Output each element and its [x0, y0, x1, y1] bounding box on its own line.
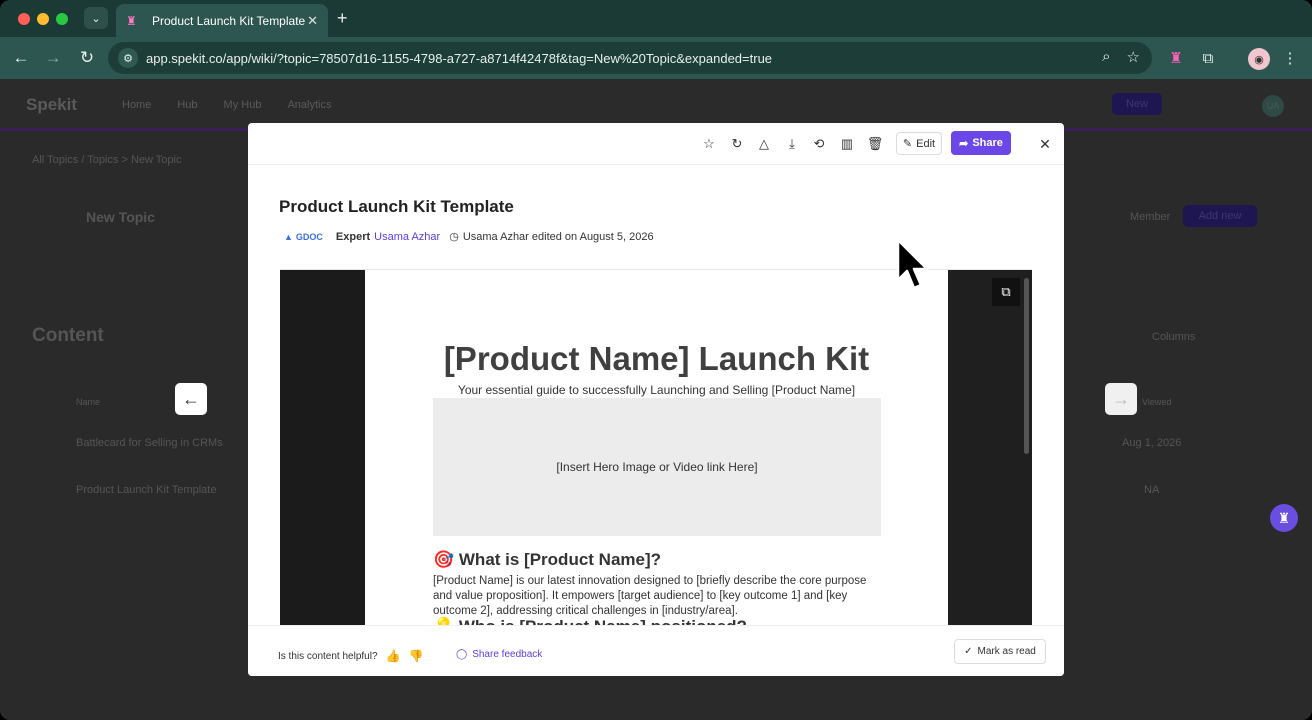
- check-icon: ✓: [964, 646, 973, 657]
- browser-window: ⌄ ♜ Product Launch Kit Template ✕ + ← → …: [0, 0, 1312, 720]
- tab-close-icon[interactable]: ✕: [307, 13, 318, 29]
- open-external-icon[interactable]: ⧉: [992, 278, 1020, 306]
- drive-icon: ▲: [284, 231, 293, 242]
- spekit-logo: Spekit: [26, 95, 78, 114]
- gdoc-badge: ▲ GDOC: [284, 231, 323, 242]
- helpful-prompt: Is this content helpful? 👍 👎: [278, 649, 423, 663]
- close-window-button[interactable]: [18, 13, 30, 25]
- table-row-value: NA: [1144, 484, 1160, 496]
- member-label: Member: [1130, 211, 1171, 223]
- analytics-icon[interactable]: ▥: [838, 135, 856, 153]
- share-feedback-link[interactable]: ◯ Share feedback: [456, 649, 542, 660]
- history-icon[interactable]: ⟲: [810, 135, 828, 153]
- mouse-cursor-icon: [896, 238, 929, 290]
- thumbs-down-icon[interactable]: 👎: [408, 649, 423, 663]
- sync-icon[interactable]: ↻: [728, 135, 746, 153]
- zoom-icon[interactable]: ⌕: [1102, 48, 1110, 66]
- tab-bar: ⌄ ♜ Product Launch Kit Template ✕ +: [0, 0, 1312, 37]
- share-button[interactable]: ➦ Share: [951, 131, 1011, 155]
- back-icon[interactable]: ←: [10, 47, 32, 69]
- document-subtitle: Your essential guide to successfully Lau…: [457, 383, 856, 397]
- tune-icon[interactable]: ⚙: [118, 48, 138, 68]
- comment-icon: ◯: [456, 649, 468, 660]
- star-icon[interactable]: ☆: [700, 135, 718, 153]
- table-header-name[interactable]: Name: [76, 397, 100, 407]
- content-modal: ☆ ↻ △ ⤓ ⟲ ▥ 🗑 ✎ Edit ➦ Share ✕ Product L…: [248, 123, 1064, 676]
- browser-toolbar: ← → ↻ ⚙ app.spekit.co/app/wiki/?topic=78…: [0, 37, 1312, 79]
- close-icon[interactable]: ✕: [1036, 135, 1054, 153]
- section-heading: 🎯 What is [Product Name]?: [433, 550, 662, 569]
- address-bar[interactable]: ⚙ app.spekit.co/app/wiki/?topic=78507d16…: [108, 42, 1152, 74]
- document-title: [Product Name] Launch Kit: [443, 340, 870, 377]
- table-header-viewed[interactable]: Viewed: [1142, 397, 1171, 407]
- new-tab-button[interactable]: +: [337, 9, 348, 27]
- thumbs-up-icon[interactable]: 👍: [386, 649, 401, 663]
- topic-title: New Topic: [86, 209, 155, 225]
- nav-my-hub[interactable]: My Hub: [224, 99, 262, 111]
- drive-icon[interactable]: △: [755, 135, 773, 153]
- previous-arrow-button[interactable]: ←: [175, 383, 207, 415]
- spekit-favicon-icon: ♜: [126, 13, 137, 28]
- minimize-window-button[interactable]: [37, 13, 49, 25]
- columns-button[interactable]: Columns: [1152, 331, 1195, 343]
- profile-avatar[interactable]: ◉: [1248, 48, 1270, 70]
- nav-home[interactable]: Home: [122, 99, 151, 111]
- content-meta: ▲ GDOC Expert Usama Azhar ◷ Usama Azhar e…: [284, 230, 654, 244]
- modal-footer: Is this content helpful? 👍 👎 ◯ Share fee…: [248, 625, 1064, 676]
- modal-toolbar: ☆ ↻ △ ⤓ ⟲ ▥ 🗑 ✎ Edit ➦ Share ✕: [248, 123, 1064, 165]
- table-row-name[interactable]: Product Launch Kit Template: [76, 484, 216, 496]
- url-text[interactable]: app.spekit.co/app/wiki/?topic=78507d16-1…: [146, 51, 772, 66]
- scrollbar[interactable]: [1024, 278, 1029, 454]
- table-row-name[interactable]: Battlecard for Selling in CRMs: [76, 437, 223, 449]
- nav-hub[interactable]: Hub: [177, 99, 197, 111]
- hero-placeholder: [Insert Hero Image or Video link Here]: [433, 398, 881, 536]
- avatar[interactable]: UA: [1262, 95, 1284, 117]
- app-nav: Home Hub My Hub Analytics: [122, 99, 331, 111]
- content-heading: Content: [32, 325, 104, 346]
- kebab-icon[interactable]: ⋮: [1280, 48, 1300, 68]
- table-row-value: Aug 1, 2026: [1122, 437, 1182, 449]
- trash-icon[interactable]: 🗑: [866, 135, 884, 153]
- expert-label: Expert: [335, 230, 371, 243]
- new-button[interactable]: New: [1112, 93, 1162, 115]
- active-tab[interactable]: ♜ Product Launch Kit Template ✕: [116, 4, 328, 37]
- section-body: [Product Name] is our latest innovation …: [433, 575, 867, 617]
- next-arrow-button[interactable]: →: [1105, 383, 1137, 415]
- forward-icon[interactable]: →: [42, 47, 64, 69]
- edit-label: Edit: [916, 137, 936, 150]
- mark-as-read-label: Mark as read: [977, 646, 1036, 657]
- share-feedback-label: Share feedback: [472, 649, 543, 660]
- reload-icon[interactable]: ↻: [76, 47, 98, 69]
- add-new-button[interactable]: Add new: [1183, 205, 1257, 227]
- preview-margin: [948, 270, 1032, 625]
- share-arrow-icon: ➦: [959, 137, 969, 150]
- edited-text: Usama Azhar edited on August 5, 2026: [462, 230, 654, 243]
- clock-icon: ◷: [449, 231, 459, 243]
- nav-analytics[interactable]: Analytics: [287, 99, 331, 111]
- share-label: Share: [972, 137, 1003, 149]
- tab-title: Product Launch Kit Template: [152, 13, 306, 28]
- breadcrumb[interactable]: All Topics / Topics > New Topic: [32, 154, 182, 166]
- section-heading: 💡 Who is [Product Name] positioned?: [433, 617, 747, 625]
- edit-button[interactable]: ✎ Edit: [896, 132, 942, 155]
- helpful-question: Is this content helpful?: [278, 650, 378, 662]
- bookmark-star-icon[interactable]: ☆: [1127, 48, 1140, 66]
- document-page: [Product Name] Launch Kit Your essential…: [365, 270, 948, 625]
- maximize-window-button[interactable]: [56, 13, 68, 25]
- puzzle-icon[interactable]: ⧉: [1198, 48, 1218, 68]
- pencil-icon: ✎: [902, 138, 913, 150]
- spekit-extension-icon[interactable]: ♜: [1166, 48, 1186, 68]
- content-title: Product Launch Kit Template: [279, 197, 514, 216]
- download-icon[interactable]: ⤓: [783, 135, 801, 153]
- document-preview[interactable]: [Product Name] Launch Kit Your essential…: [280, 270, 1032, 625]
- expert-name-link[interactable]: Usama Azhar: [374, 231, 440, 243]
- spekit-assistant-icon[interactable]: ♜: [1270, 504, 1298, 532]
- tab-search-button[interactable]: ⌄: [84, 7, 108, 29]
- mark-as-read-button[interactable]: ✓ Mark as read: [954, 639, 1046, 664]
